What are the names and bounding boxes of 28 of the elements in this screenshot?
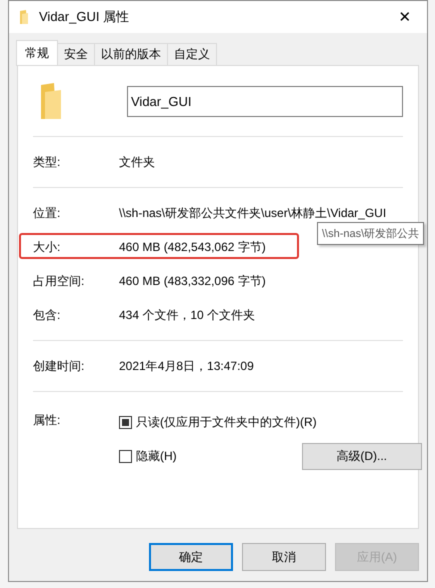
field-value: \\sh-nas\研发部公共文件夹\user\林静土\Vidar_GUI [119, 204, 386, 222]
field-value: 2021年4月8日，13:47:09 [119, 358, 254, 374]
advanced-button[interactable]: 高级(D)... [302, 442, 422, 470]
dialog-button[interactable]: 确定 [149, 543, 233, 571]
field-label: 包含: [33, 306, 62, 324]
checkbox-label[interactable]: 隐藏(H) [136, 448, 177, 464]
field-label: 大小: [33, 238, 62, 256]
checkbox-label[interactable]: 只读(仅应用于文件夹中的文件)(R) [136, 414, 317, 430]
window-title: Vidar_GUI 属性 [39, 8, 130, 26]
tab[interactable]: 自定义 [167, 43, 217, 65]
close-button[interactable]: ✕ [383, 2, 427, 32]
name-field[interactable]: Vidar_GUI [127, 86, 403, 116]
folder-icon [40, 82, 62, 120]
field-value: 460 MB (482,543,062 字节) [119, 238, 266, 256]
field-label: 位置: [33, 204, 62, 222]
dialog-button[interactable]: 取消 [242, 543, 326, 571]
checkbox[interactable] [119, 450, 132, 462]
field-value: 434 个文件，10 个文件夹 [119, 306, 256, 324]
field-label: 属性: [33, 412, 62, 429]
folder-icon [19, 9, 29, 25]
checkbox[interactable] [119, 416, 132, 428]
tab[interactable]: 常规 [16, 40, 58, 66]
field-label: 类型: [33, 154, 62, 170]
field-value: 文件夹 [119, 154, 155, 170]
field-value: 460 MB (483,332,096 字节) [119, 272, 266, 290]
field-label: 占用空间: [33, 272, 86, 290]
field-label: 创建时间: [33, 358, 86, 374]
tooltip: \\sh-nas\研发部公共 [317, 222, 424, 245]
